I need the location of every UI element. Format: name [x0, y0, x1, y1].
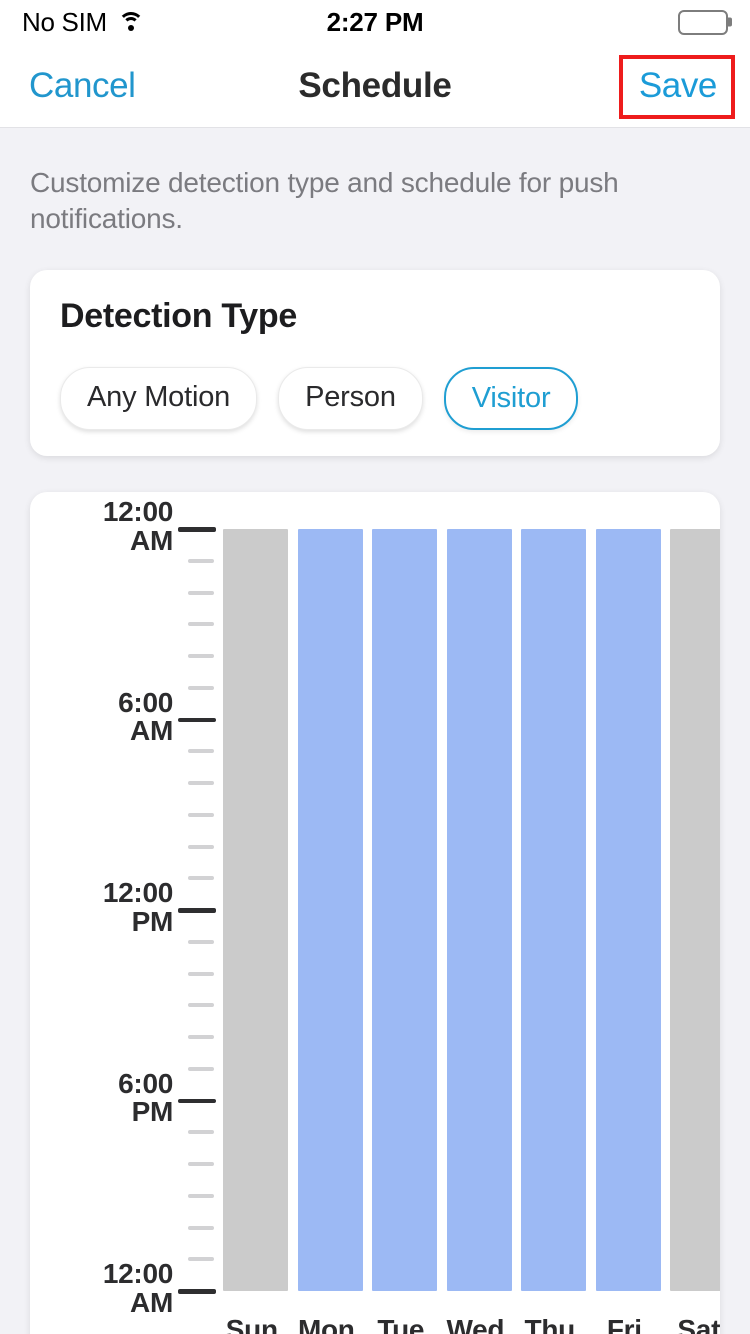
day-label-sun: Sun. — [225, 1314, 286, 1334]
day-bar-sat[interactable] — [670, 529, 720, 1292]
status-bar-clock: 2:27 PM — [326, 6, 424, 37]
day-label-thu: Thu. — [524, 1314, 583, 1334]
save-button-highlight: Save — [618, 55, 735, 119]
content-area: Customize detection type and schedule fo… — [0, 128, 750, 1334]
detection-option-person[interactable]: Person — [278, 367, 423, 431]
day-bar-wed[interactable] — [446, 529, 512, 1292]
day-label-tue: Tue. — [377, 1314, 432, 1334]
detection-type-options: Any Motion Person Visitor — [30, 336, 720, 431]
day-label-fri: Fri. — [606, 1314, 650, 1334]
save-button[interactable]: Save — [639, 68, 718, 103]
day-bar-tue[interactable] — [372, 529, 437, 1292]
detection-option-any-motion[interactable]: Any Motion — [60, 367, 258, 431]
day-bar-fri[interactable] — [595, 529, 661, 1292]
day-bar-thu[interactable] — [521, 529, 586, 1292]
detection-type-title: Detection Type — [60, 297, 297, 336]
day-bar-mon[interactable] — [297, 529, 363, 1292]
navigation-bar: Cancel Schedule Save — [0, 44, 750, 128]
schedule-chart[interactable]: 12:00 AM 6:00 AM 12:00 PM 6:00 PM 12:00 AM Sun. Mo… — [30, 492, 720, 1334]
page-subtitle: Customize detection type and schedule fo… — [30, 167, 619, 234]
status-bar-right — [678, 9, 728, 35]
day-label-wed: Wed. — [446, 1314, 512, 1334]
battery-icon — [678, 9, 728, 35]
status-bar: No SIM 2:27 PM — [0, 0, 750, 44]
detection-type-card: Detection Type Any Motion Person Visitor — [30, 270, 720, 457]
detection-option-visitor[interactable]: Visitor — [443, 367, 579, 431]
day-bars — [30, 492, 720, 1334]
day-label-sat: Sat. — [677, 1314, 720, 1334]
day-label-mon: Mon. — [297, 1314, 363, 1334]
schedule-chart-card: 12:00 AM 6:00 AM 12:00 PM 6:00 PM 12:00 AM Sun. Mo… — [30, 492, 720, 1334]
day-bar-sun[interactable] — [223, 529, 288, 1292]
